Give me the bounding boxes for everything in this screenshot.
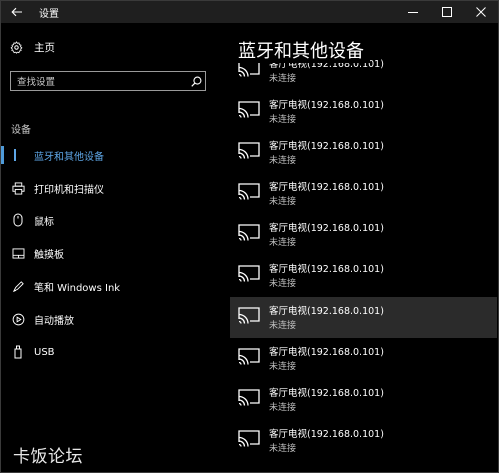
device-row[interactable]: 客厅电视(192.168.0.101) 未连接 <box>230 173 497 214</box>
cast-display-icon <box>238 347 260 369</box>
device-row[interactable]: 客厅电视(192.168.0.101) 未连接 <box>230 379 497 420</box>
device-row-highlighted[interactable]: 客厅电视(192.168.0.101) 未连接 <box>230 297 497 338</box>
cast-display-icon <box>238 388 260 410</box>
settings-window: 设置 主页 查找设置 设备 蓝牙和其他设备 打印机和扫描仪 鼠标 触摸板 笔和 … <box>0 0 499 473</box>
cast-display-icon <box>238 182 260 204</box>
cast-display-icon <box>238 429 260 451</box>
device-status: 未连接 <box>269 279 297 289</box>
device-name: 客厅电视(192.168.0.101) <box>269 388 384 399</box>
sidebar-item-printers[interactable]: 打印机和扫描仪 <box>1 177 229 199</box>
device-status: 未连接 <box>269 362 297 372</box>
device-row[interactable]: 客厅电视(192.168.0.101) 未连接 <box>230 132 497 173</box>
cast-display-icon <box>238 141 260 163</box>
device-name: 客厅电视(192.168.0.101) <box>269 306 384 317</box>
sidebar: 主页 查找设置 设备 蓝牙和其他设备 打印机和扫描仪 鼠标 触摸板 笔和 Win… <box>1 23 229 472</box>
close-button[interactable] <box>464 1 498 23</box>
maximize-button[interactable] <box>430 1 464 23</box>
printer-icon <box>11 181 25 195</box>
sidebar-item-label: 打印机和扫描仪 <box>34 184 104 196</box>
sidebar-item-usb[interactable]: USB <box>1 341 229 363</box>
device-status: 未连接 <box>269 197 297 207</box>
device-name: 客厅电视(192.168.0.101) <box>269 100 384 111</box>
sidebar-item-pen[interactable]: 笔和 Windows Ink <box>1 275 229 297</box>
bluetooth-devices-icon <box>11 148 25 162</box>
cast-display-icon <box>238 223 260 245</box>
section-label-devices: 设备 <box>11 125 31 136</box>
device-name: 客厅电视(192.168.0.101) <box>269 347 384 358</box>
minimize-icon <box>408 12 418 13</box>
back-button[interactable] <box>1 1 33 23</box>
active-indicator <box>1 146 4 164</box>
mouse-icon <box>11 213 25 227</box>
cast-display-icon <box>238 264 260 286</box>
sidebar-item-label: 自动播放 <box>34 315 74 327</box>
autoplay-icon <box>11 313 25 326</box>
gear-icon <box>10 41 26 54</box>
title-bar: 设置 <box>1 1 498 23</box>
sidebar-item-label: USB <box>34 346 55 358</box>
device-row[interactable]: 客厅电视(192.168.0.101) 未连接 <box>230 255 497 296</box>
watermark-text: 卡饭论坛 <box>13 447 83 467</box>
main-content: 客厅电视(192.168.0.101) 未连接 客厅电视(192.168.0.1… <box>229 23 498 472</box>
sidebar-item-autoplay[interactable]: 自动播放 <box>1 308 229 330</box>
pen-icon <box>11 280 25 293</box>
device-status: 未连接 <box>269 156 297 166</box>
sidebar-item-label: 笔和 Windows Ink <box>34 282 121 294</box>
device-status: 未连接 <box>269 238 297 248</box>
sidebar-item-mouse[interactable]: 鼠标 <box>1 209 229 231</box>
usb-icon <box>11 345 25 359</box>
window-controls <box>396 1 498 23</box>
sidebar-item-label: 鼠标 <box>34 216 54 228</box>
home-label: 主页 <box>34 42 55 54</box>
device-name: 客厅电视(192.168.0.101) <box>269 429 384 440</box>
device-name: 客厅电视(192.168.0.101) <box>269 182 384 193</box>
page-title: 蓝牙和其他设备 <box>238 37 370 63</box>
minimize-button[interactable] <box>396 1 430 23</box>
device-row[interactable]: 客厅电视(192.168.0.101) 未连接 <box>230 91 497 132</box>
device-status: 未连接 <box>269 74 297 84</box>
search-icon <box>187 76 205 87</box>
maximize-icon <box>442 7 452 17</box>
cast-display-icon <box>238 306 260 328</box>
device-status: 未连接 <box>269 403 297 413</box>
device-name: 客厅电视(192.168.0.101) <box>269 223 384 234</box>
window-title: 设置 <box>39 8 59 20</box>
device-status: 未连接 <box>269 444 297 454</box>
sidebar-item-touchpad[interactable]: 触摸板 <box>1 242 229 264</box>
back-arrow-icon <box>11 7 22 17</box>
cast-display-icon <box>238 100 260 122</box>
touchpad-icon <box>11 247 25 259</box>
home-link[interactable]: 主页 <box>10 40 55 55</box>
device-name: 客厅电视(192.168.0.101) <box>269 264 384 275</box>
search-placeholder: 查找设置 <box>17 77 56 88</box>
sidebar-item-label: 蓝牙和其他设备 <box>34 151 104 163</box>
sidebar-item-bluetooth[interactable]: 蓝牙和其他设备 <box>1 144 229 166</box>
search-input[interactable]: 查找设置 <box>10 71 206 91</box>
device-row[interactable]: 客厅电视(192.168.0.101) 未连接 <box>230 338 497 379</box>
device-row[interactable]: 客厅电视(192.168.0.101) 未连接 <box>230 214 497 255</box>
device-name: 客厅电视(192.168.0.101) <box>269 141 384 152</box>
close-icon <box>476 7 486 17</box>
device-status: 未连接 <box>269 321 297 331</box>
device-status: 未连接 <box>269 115 297 125</box>
device-row[interactable]: 客厅电视(192.168.0.101) 未连接 <box>230 420 497 461</box>
sidebar-item-label: 触摸板 <box>34 249 64 261</box>
